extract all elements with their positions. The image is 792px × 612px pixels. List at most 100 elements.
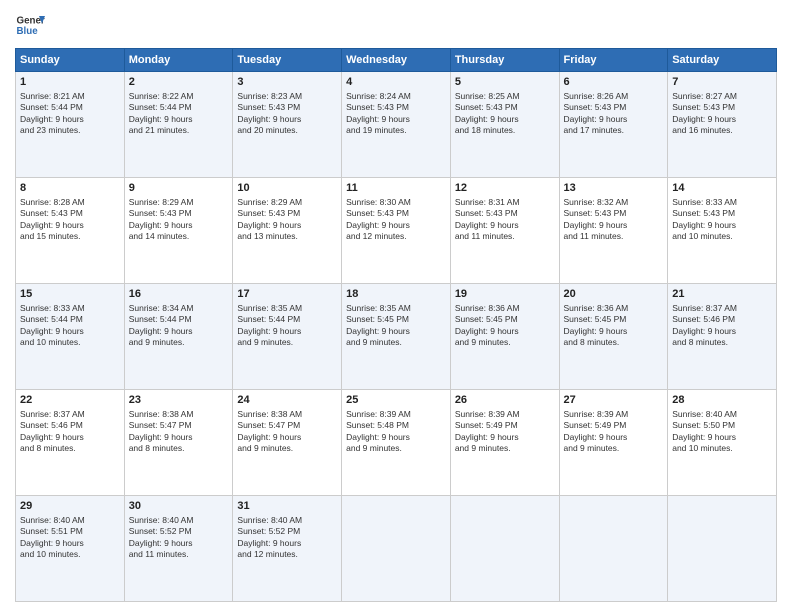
day-number: 30: [129, 499, 229, 514]
day-cell: [342, 496, 451, 602]
day-cell: 14Sunrise: 8:33 AMSunset: 5:43 PMDayligh…: [668, 178, 777, 284]
day-cell: 15Sunrise: 8:33 AMSunset: 5:44 PMDayligh…: [16, 284, 125, 390]
daylight-minutes: and 10 minutes.: [672, 231, 732, 241]
day-number: 10: [237, 181, 337, 196]
day-number: 26: [455, 393, 555, 408]
daylight-minutes: and 11 minutes.: [564, 231, 624, 241]
sunset-text: Sunset: 5:45 PM: [455, 314, 518, 324]
day-number: 13: [564, 181, 664, 196]
day-number: 17: [237, 287, 337, 302]
day-cell: 6Sunrise: 8:26 AMSunset: 5:43 PMDaylight…: [559, 72, 668, 178]
sunrise-text: Sunrise: 8:30 AM: [346, 197, 411, 207]
col-monday: Monday: [124, 49, 233, 72]
daylight-text: Daylight: 9 hours: [237, 538, 301, 548]
day-cell: 28Sunrise: 8:40 AMSunset: 5:50 PMDayligh…: [668, 390, 777, 496]
daylight-text: Daylight: 9 hours: [672, 326, 736, 336]
daylight-minutes: and 9 minutes.: [237, 443, 293, 453]
week-row-4: 22Sunrise: 8:37 AMSunset: 5:46 PMDayligh…: [16, 390, 777, 496]
sunset-text: Sunset: 5:44 PM: [20, 314, 83, 324]
daylight-text: Daylight: 9 hours: [564, 220, 628, 230]
daylight-text: Daylight: 9 hours: [672, 114, 736, 124]
logo: General Blue: [15, 10, 45, 40]
daylight-text: Daylight: 9 hours: [237, 220, 301, 230]
week-row-2: 8Sunrise: 8:28 AM Sunset: 5:43 PM Daylight…: [16, 178, 777, 284]
daylight-text: Daylight: 9 hours: [455, 326, 519, 336]
sunrise-text: Sunrise: 8:33 AM: [672, 197, 737, 207]
col-wednesday: Wednesday: [342, 49, 451, 72]
day-cell: 8Sunrise: 8:28 AMSunset: 5:43 PMDaylight…: [16, 178, 125, 284]
daylight-minutes: and 8 minutes.: [672, 337, 728, 347]
sunset-text: Sunset: 5:47 PM: [129, 420, 192, 430]
day-cell: 24Sunrise: 8:38 AMSunset: 5:47 PMDayligh…: [233, 390, 342, 496]
sunset-text: Sunset: 5:46 PM: [672, 314, 735, 324]
sunset-text: Sunset: 5:48 PM: [346, 420, 409, 430]
sunrise-text: Sunrise: 8:37 AM: [672, 303, 737, 313]
day-number: 22: [20, 393, 120, 408]
day-number: 21: [672, 287, 772, 302]
daylight-text: Daylight: 9 hours: [237, 114, 301, 124]
daylight-text: Daylight: 9 hours: [129, 538, 193, 548]
sunrise-text: Sunrise: 8:39 AM: [346, 409, 411, 419]
sunset-text: Sunset: 5:43 PM: [564, 102, 627, 112]
daylight-minutes: and 18 minutes.: [455, 125, 515, 135]
col-sunday: Sunday: [16, 49, 125, 72]
daylight-text: Daylight: 9 hours: [346, 432, 410, 442]
day-cell: 7Sunrise: 8:27 AMSunset: 5:43 PMDaylight…: [668, 72, 777, 178]
daylight-minutes: and 20 minutes.: [237, 125, 297, 135]
sunrise-text: Sunrise: 8:40 AM: [237, 515, 302, 525]
daylight-minutes: and 8 minutes.: [20, 443, 76, 453]
day-number: 23: [129, 393, 229, 408]
daylight-minutes: and 9 minutes.: [455, 443, 511, 453]
sunrise-text: Sunrise: 8:25 AM: [455, 91, 520, 101]
header: General Blue: [15, 10, 777, 40]
day-cell: 13Sunrise: 8:32 AMSunset: 5:43 PMDayligh…: [559, 178, 668, 284]
sunset-text: Sunset: 5:43 PM: [564, 208, 627, 218]
daylight-text: Daylight: 9 hours: [455, 220, 519, 230]
day-cell: 12Sunrise: 8:31 AMSunset: 5:43 PMDayligh…: [450, 178, 559, 284]
sunset-text: Sunset: 5:46 PM: [20, 420, 83, 430]
day-number: 5: [455, 75, 555, 90]
sunrise-text: Sunrise: 8:28 AM: [20, 197, 85, 207]
daylight-minutes: and 23 minutes.: [20, 125, 80, 135]
col-tuesday: Tuesday: [233, 49, 342, 72]
day-number: 8: [20, 181, 120, 196]
sunrise-text: Sunrise: 8:26 AM: [564, 91, 629, 101]
sunset-text: Sunset: 5:43 PM: [672, 208, 735, 218]
sunrise-text: Sunrise: 8:40 AM: [129, 515, 194, 525]
day-cell: 9Sunrise: 8:29 AMSunset: 5:43 PMDaylight…: [124, 178, 233, 284]
day-cell: 30Sunrise: 8:40 AMSunset: 5:52 PMDayligh…: [124, 496, 233, 602]
sunset-text: Sunset: 5:50 PM: [672, 420, 735, 430]
daylight-minutes: and 17 minutes.: [564, 125, 624, 135]
sunset-text: Sunset: 5:43 PM: [455, 102, 518, 112]
day-number: 3: [237, 75, 337, 90]
sunset-text: Sunset: 5:47 PM: [237, 420, 300, 430]
svg-text:Blue: Blue: [17, 26, 39, 37]
daylight-minutes: and 14 minutes.: [129, 231, 189, 241]
daylight-minutes: and 12 minutes.: [346, 231, 406, 241]
sunrise-text: Sunrise: 8:39 AM: [564, 409, 629, 419]
daylight-text: Daylight: 9 hours: [20, 220, 84, 230]
day-cell: 26Sunrise: 8:39 AMSunset: 5:49 PMDayligh…: [450, 390, 559, 496]
sunset-text: Sunset: 5:49 PM: [564, 420, 627, 430]
sunset-text: Sunset: 5:52 PM: [237, 526, 300, 536]
daylight-text: Daylight: 9 hours: [237, 432, 301, 442]
sunset-text: Sunset: 5:43 PM: [237, 208, 300, 218]
sunset-text: Sunset: 5:45 PM: [346, 314, 409, 324]
daylight-minutes: and 9 minutes.: [346, 337, 402, 347]
day-cell: 11Sunrise: 8:30 AMSunset: 5:43 PMDayligh…: [342, 178, 451, 284]
day-number: 27: [564, 393, 664, 408]
sunset-text: Sunset: 5:43 PM: [129, 208, 192, 218]
day-cell: [450, 496, 559, 602]
day-number: 11: [346, 181, 446, 196]
daylight-text: Daylight: 9 hours: [129, 326, 193, 336]
day-number: 12: [455, 181, 555, 196]
day-number: 31: [237, 499, 337, 514]
day-cell: 25Sunrise: 8:39 AMSunset: 5:48 PMDayligh…: [342, 390, 451, 496]
sunrise-text: Sunrise: 8:24 AM: [346, 91, 411, 101]
sunrise-text: Sunrise: 8:29 AM: [237, 197, 302, 207]
day-cell: 31Sunrise: 8:40 AMSunset: 5:52 PM Dayligh…: [233, 496, 342, 602]
daylight-text: Daylight: 9 hours: [20, 538, 84, 548]
sunset-text: Sunset: 5:51 PM: [20, 526, 83, 536]
sunrise-text: Sunrise: 8:35 AM: [237, 303, 302, 313]
daylight-text: Daylight: 9 hours: [20, 326, 84, 336]
